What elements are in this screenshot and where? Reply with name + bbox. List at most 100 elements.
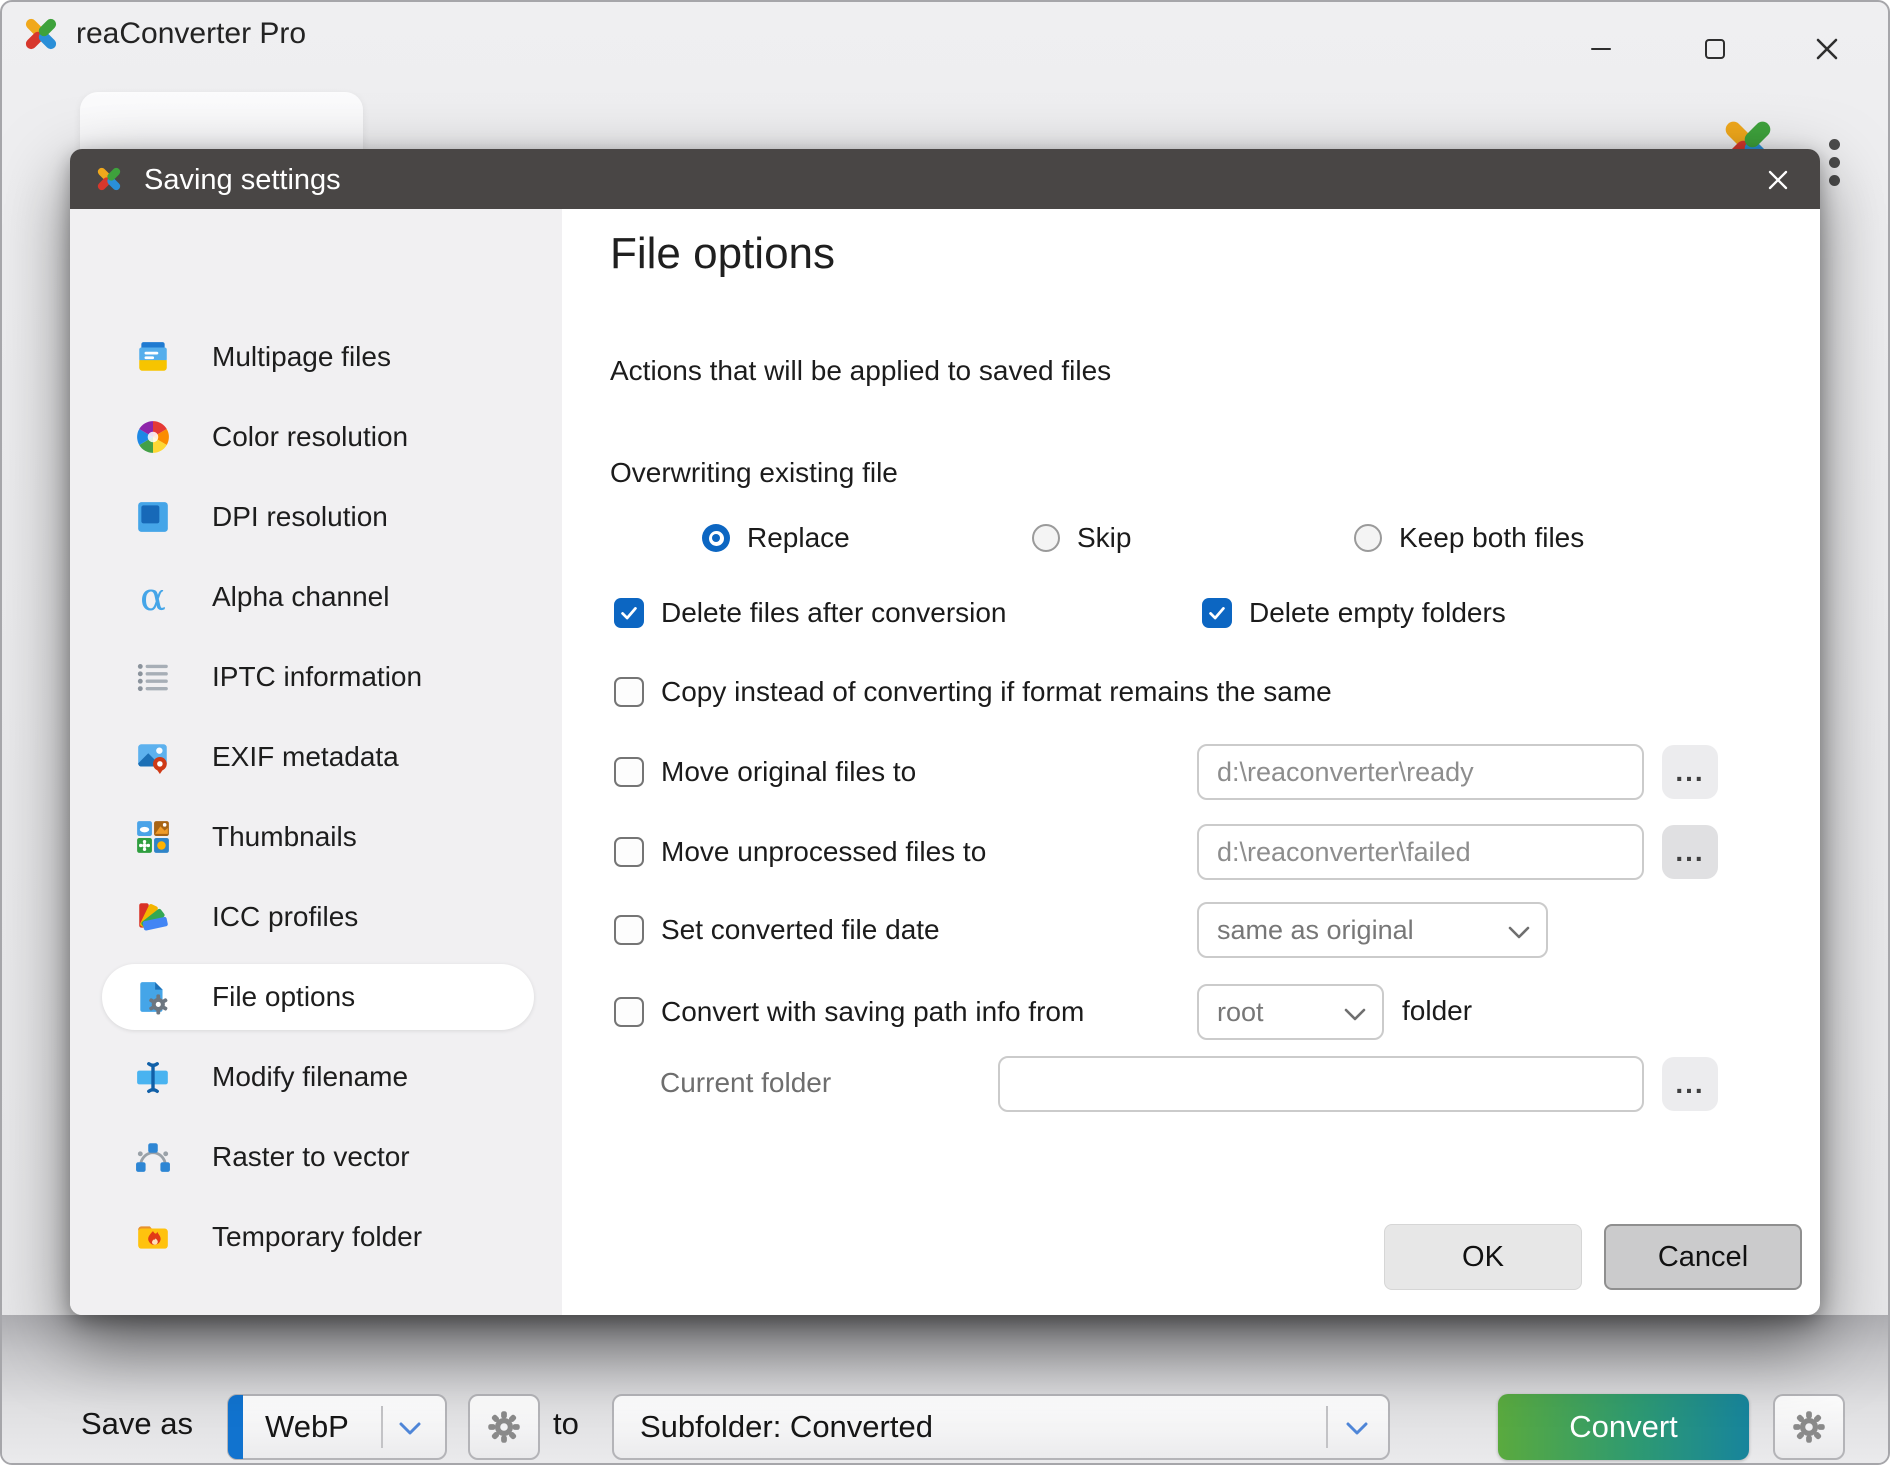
- multipage-files-icon: [134, 338, 172, 376]
- checkbox-checked-icon: [614, 598, 644, 628]
- radio-selected-icon: [702, 524, 730, 552]
- checkbox-label: Convert with saving path info from: [661, 996, 1085, 1027]
- convert-label: Convert: [1569, 1409, 1678, 1444]
- sidebar-item-multipage-files[interactable]: Multipage files: [70, 324, 562, 390]
- chevron-down-icon: [1344, 997, 1366, 1028]
- move-unprocessed-path-input[interactable]: d:\reaconverter\failed: [1197, 824, 1644, 880]
- more-menu-button[interactable]: [1829, 139, 1840, 186]
- checkbox-checked-icon: [1202, 598, 1232, 628]
- sidebar-item-modify-filename[interactable]: Modify filename: [70, 1044, 562, 1110]
- radio-label: Keep both files: [1399, 522, 1585, 553]
- close-window-button[interactable]: [1804, 26, 1850, 72]
- rename-cursor-icon: [134, 1058, 172, 1096]
- current-folder-input[interactable]: [998, 1056, 1644, 1112]
- checkbox-delete-files-after-conversion[interactable]: Delete files after conversion: [614, 596, 1007, 630]
- sidebar-item-dpi-resolution[interactable]: DPI resolution: [70, 484, 562, 550]
- to-label: to: [553, 1406, 579, 1441]
- close-icon: [1816, 38, 1838, 60]
- select-value: root: [1217, 996, 1264, 1027]
- checkbox-move-unprocessed-files[interactable]: Move unprocessed files to: [614, 835, 986, 869]
- gear-icon: [1793, 1411, 1825, 1443]
- browse-move-unprocessed-button[interactable]: ...: [1662, 825, 1718, 879]
- color-swatches-icon: [134, 898, 172, 936]
- sidebar-item-raster-to-vector[interactable]: Raster to vector: [70, 1124, 562, 1190]
- folder-suffix-label: folder: [1402, 995, 1473, 1026]
- chevron-down-icon: [1346, 1422, 1368, 1440]
- checkbox-label: Set converted file date: [661, 914, 940, 945]
- cancel-button[interactable]: Cancel: [1604, 1224, 1802, 1290]
- checkbox-unchecked-icon: [614, 677, 644, 707]
- sidebar-item-color-resolution[interactable]: Color resolution: [70, 404, 562, 470]
- path-value: d:\reaconverter\failed: [1217, 836, 1471, 867]
- format-select[interactable]: WebP: [227, 1394, 447, 1460]
- saving-settings-dialog: Saving settings Multipage files Color re…: [70, 149, 1820, 1315]
- checkbox-label: Move original files to: [661, 756, 917, 787]
- checkbox-unchecked-icon: [614, 757, 644, 787]
- combo-divider: [1326, 1406, 1328, 1448]
- radio-label: Skip: [1077, 522, 1132, 553]
- dpi-squares-icon: [134, 498, 172, 536]
- checkbox-set-converted-file-date[interactable]: Set converted file date: [614, 913, 940, 947]
- bezier-curve-icon: [134, 1138, 172, 1176]
- destination-select[interactable]: Subfolder: Converted: [612, 1394, 1390, 1460]
- path-value: d:\reaconverter\ready: [1217, 756, 1474, 787]
- thumbnails-grid-icon: [134, 818, 172, 856]
- convert-button[interactable]: Convert: [1498, 1394, 1749, 1460]
- dialog-close-button[interactable]: [1760, 162, 1796, 198]
- sidebar-item-iptc-information[interactable]: IPTC information: [70, 644, 562, 710]
- radio-unselected-icon: [1354, 524, 1382, 552]
- reaconverter-logo-icon: [92, 162, 126, 196]
- maximize-button[interactable]: [1692, 26, 1738, 72]
- minimize-icon: [1591, 47, 1611, 51]
- image-location-pin-icon: [134, 738, 172, 776]
- checkbox-unchecked-icon: [614, 837, 644, 867]
- browse-move-original-button[interactable]: ...: [1662, 745, 1718, 799]
- sidebar-item-label: Temporary folder: [212, 1221, 423, 1252]
- chevron-down-icon: [399, 1422, 421, 1440]
- sidebar-item-thumbnails[interactable]: Thumbnails: [70, 804, 562, 870]
- dialog-header: Saving settings: [70, 149, 1820, 209]
- path-root-select[interactable]: root: [1197, 984, 1384, 1040]
- radio-keep-both-files[interactable]: Keep both files: [1354, 521, 1584, 555]
- radio-skip[interactable]: Skip: [1032, 521, 1131, 555]
- dialog-title: Saving settings: [144, 164, 341, 196]
- titlebar: reaConverter Pro: [2, 2, 1888, 62]
- conversion-bar: Save as WebP to Subfolder: Converted Con…: [2, 1315, 1888, 1463]
- sidebar-item-label: Modify filename: [212, 1061, 409, 1092]
- sidebar-item-icc-profiles[interactable]: ICC profiles: [70, 884, 562, 950]
- sidebar-item-exif-metadata[interactable]: EXIF metadata: [70, 724, 562, 790]
- conversion-settings-button[interactable]: [1773, 1394, 1845, 1460]
- sidebar-item-temporary-folder[interactable]: Temporary folder: [70, 1204, 562, 1270]
- ellipsis-icon: ...: [1675, 836, 1705, 867]
- radio-replace[interactable]: Replace: [702, 521, 850, 555]
- app-window: reaConverter Pro Saving settings Multipa…: [0, 0, 1890, 1465]
- sidebar-item-label: DPI resolution: [212, 501, 388, 532]
- sidebar-item-label: IPTC information: [212, 661, 423, 692]
- browse-current-folder-button[interactable]: ...: [1662, 1057, 1718, 1111]
- chevron-down-icon: [1508, 915, 1530, 946]
- color-wheel-icon: [134, 418, 172, 456]
- checkbox-unchecked-icon: [614, 997, 644, 1027]
- format-settings-button[interactable]: [468, 1394, 540, 1460]
- minimize-button[interactable]: [1578, 26, 1624, 72]
- checkbox-delete-empty-folders[interactable]: Delete empty folders: [1202, 596, 1506, 630]
- sidebar-item-label: EXIF metadata: [212, 741, 399, 772]
- gear-icon: [488, 1411, 520, 1443]
- ellipsis-icon: ...: [1675, 756, 1705, 787]
- checkbox-convert-with-path-info[interactable]: Convert with saving path info from: [614, 995, 1084, 1029]
- panel-subtitle: Actions that will be applied to saved fi…: [610, 355, 1112, 386]
- checkbox-label: Move unprocessed files to: [661, 836, 987, 867]
- checkbox-label: Copy instead of converting if format rem…: [661, 676, 1332, 707]
- checkbox-move-original-files[interactable]: Move original files to: [614, 755, 916, 789]
- sidebar-item-alpha-channel[interactable]: α Alpha channel: [70, 564, 562, 630]
- checkbox-label: Delete empty folders: [1249, 597, 1506, 628]
- checkbox-unchecked-icon: [614, 915, 644, 945]
- sidebar-item-file-options[interactable]: File options: [70, 964, 562, 1030]
- close-icon: [1768, 170, 1788, 190]
- checkbox-copy-instead[interactable]: Copy instead of converting if format rem…: [614, 675, 1332, 709]
- checkbox-label: Delete files after conversion: [661, 597, 1007, 628]
- move-original-path-input[interactable]: d:\reaconverter\ready: [1197, 744, 1644, 800]
- ok-button[interactable]: OK: [1384, 1224, 1582, 1290]
- file-date-select[interactable]: same as original: [1197, 902, 1548, 958]
- list-icon: [134, 658, 172, 696]
